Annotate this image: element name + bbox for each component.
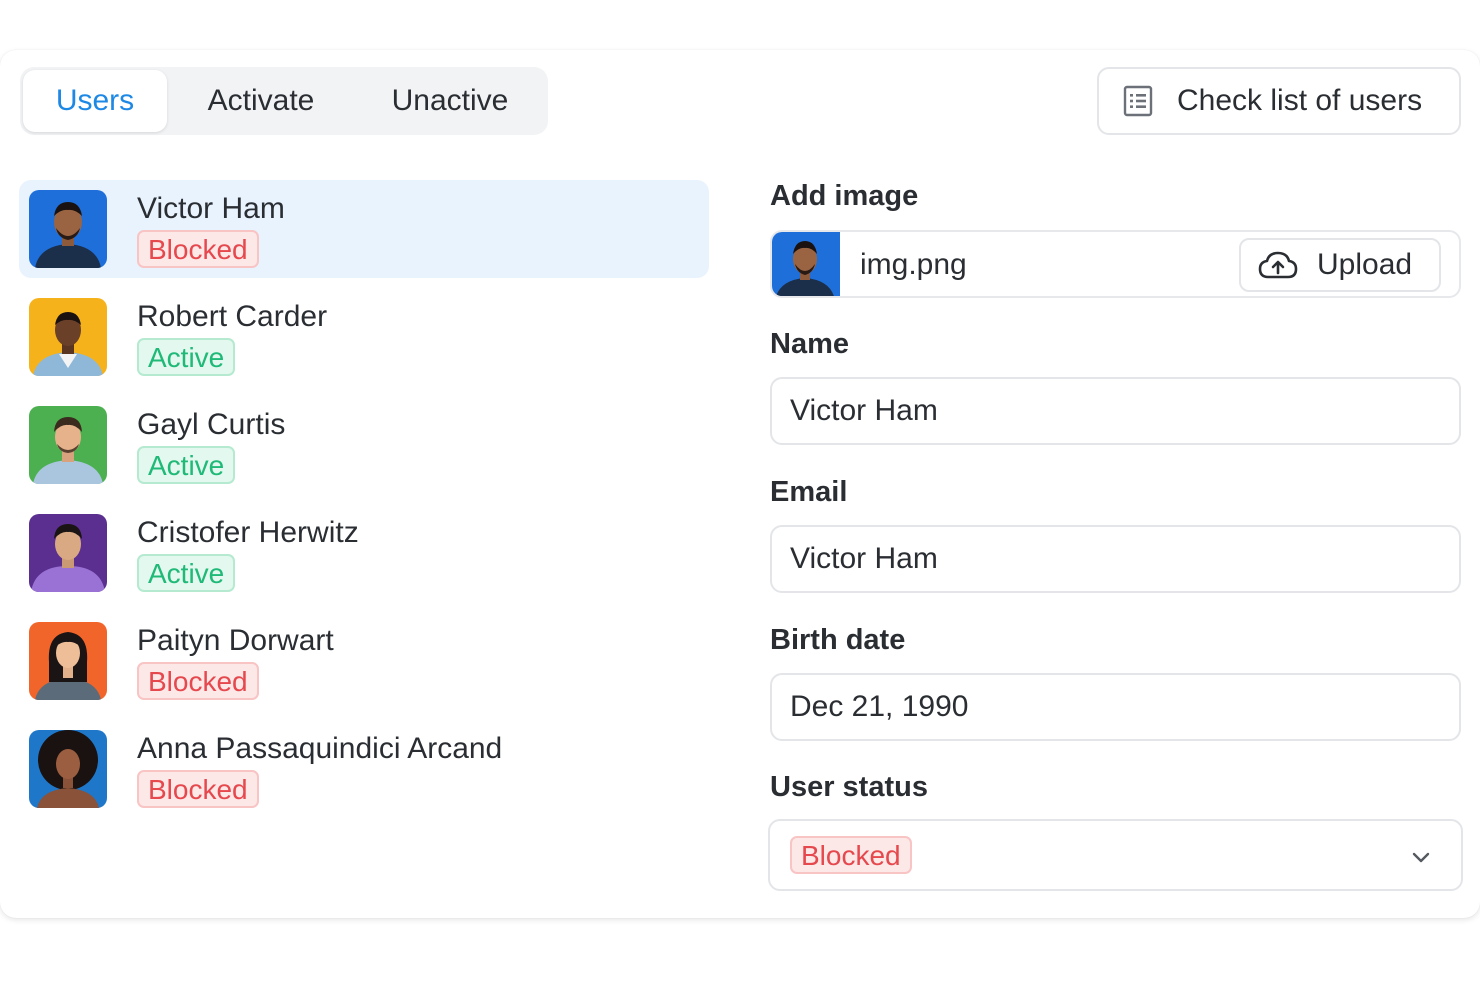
name-label: Name [770, 328, 849, 360]
user-row-cristofer-herwitz[interactable]: Cristofer Herwitz Active [19, 504, 709, 602]
tab-users[interactable]: Users [23, 70, 167, 132]
status-badge: Active [137, 338, 236, 376]
user-row-victor-ham[interactable]: Victor Ham Blocked [19, 180, 709, 278]
birth-date-label: Birth date [770, 624, 906, 656]
name-input[interactable] [770, 377, 1461, 445]
image-thumbnail [772, 232, 840, 296]
image-field: img.png Upload [770, 230, 1461, 298]
avatar [29, 514, 107, 592]
user-name: Robert Carder [137, 300, 328, 333]
user-name: Gayl Curtis [137, 408, 286, 441]
status-badge: Blocked [137, 662, 259, 700]
user-name: Anna Passaquindici Arcand [137, 732, 503, 765]
avatar [29, 298, 107, 376]
user-management-card: Users Activate Unactive Check list of us… [0, 50, 1480, 918]
user-status-label: User status [770, 771, 928, 803]
email-input[interactable] [770, 525, 1461, 593]
tab-activate[interactable]: Activate [167, 70, 355, 132]
user-name: Victor Ham [137, 192, 285, 225]
user-row-robert-carder[interactable]: Robert Carder Active [19, 288, 709, 386]
status-badge: Active [137, 554, 236, 592]
email-label: Email [770, 476, 848, 508]
tab-unactive[interactable]: Unactive [355, 70, 545, 132]
avatar [29, 190, 107, 268]
status-badge: Active [137, 446, 236, 484]
avatar [29, 730, 107, 808]
user-row-gayl-curtis[interactable]: Gayl Curtis Active [19, 396, 709, 494]
tab-bar: Users Activate Unactive [20, 67, 548, 135]
add-image-label: Add image [770, 180, 919, 212]
cloud-upload-icon [1258, 251, 1298, 279]
status-badge: Blocked [137, 770, 259, 808]
avatar [29, 406, 107, 484]
user-name: Cristofer Herwitz [137, 516, 359, 549]
file-name: img.png [860, 248, 967, 281]
check-list-label: Check list of users [1177, 84, 1423, 117]
chevron-down-icon [1412, 852, 1430, 863]
status-badge: Blocked [790, 836, 912, 874]
user-row-anna-passaquindici-arcand[interactable]: Anna Passaquindici Arcand Blocked [19, 720, 709, 818]
check-list-button[interactable]: Check list of users [1097, 67, 1461, 135]
upload-button[interactable]: Upload [1239, 238, 1441, 292]
user-row-paityn-dorwart[interactable]: Paityn Dorwart Blocked [19, 612, 709, 710]
avatar [29, 622, 107, 700]
user-status-select[interactable]: Blocked [768, 819, 1463, 891]
status-badge: Blocked [137, 230, 259, 268]
list-icon [1123, 85, 1153, 117]
birth-date-input[interactable] [770, 673, 1461, 741]
user-name: Paityn Dorwart [137, 624, 334, 657]
upload-label: Upload [1317, 248, 1413, 281]
